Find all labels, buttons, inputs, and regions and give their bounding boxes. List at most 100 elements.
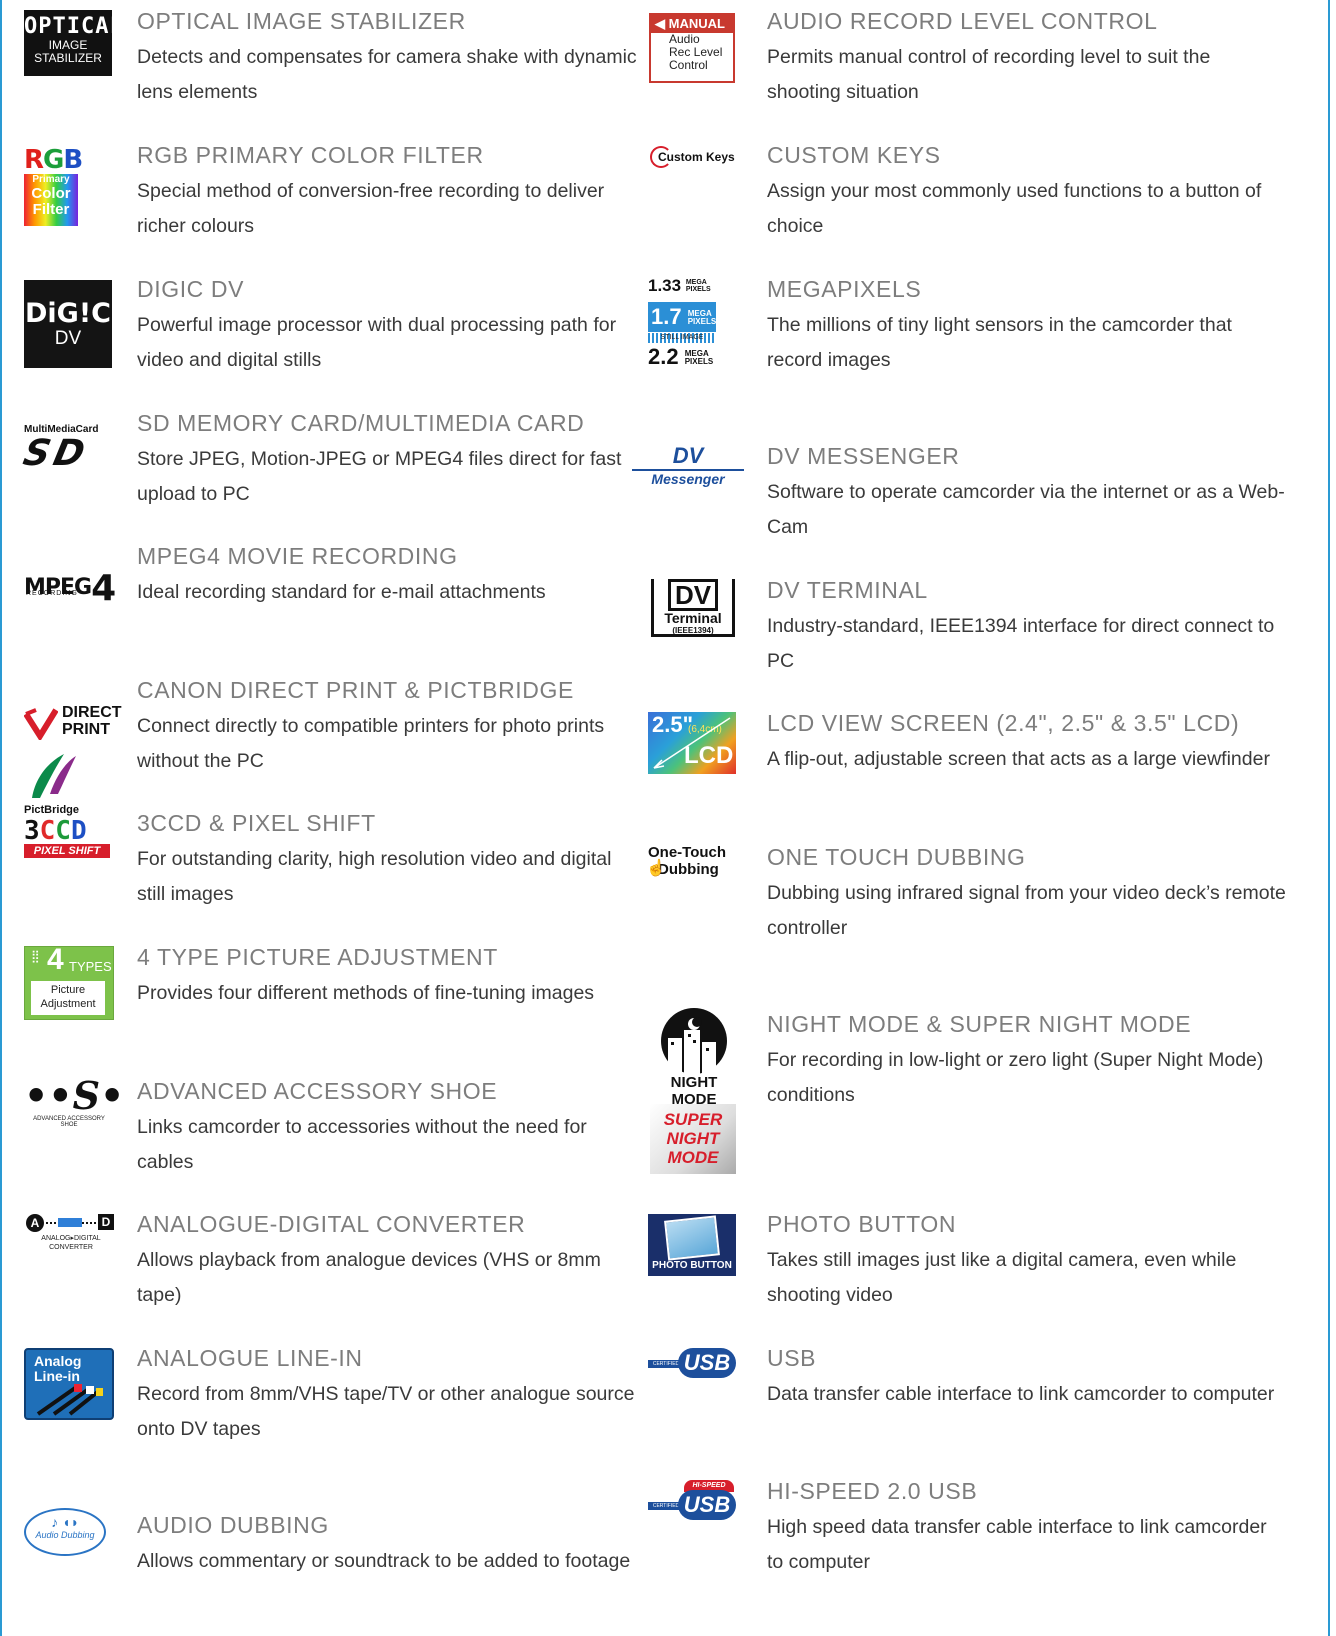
super-night-mode-badge: SUPER NIGHT MODE [650, 1104, 736, 1174]
logo-text: 3CCD [24, 816, 87, 846]
feature-description: Assign your most commonly used functions… [767, 180, 1262, 237]
logo-text: DiG!C [25, 298, 111, 329]
logo-text: NIGHT MODE [670, 1074, 718, 1108]
logo-text: Audio Rec Level Control [669, 32, 723, 72]
direct-print-pictbridge-logo: DIRECT PRINT PictBridge [24, 704, 122, 820]
logo-text: 1.33 MEGA PIXELS [648, 276, 711, 295]
feature-title: HI-SPEED 2.0 USB [767, 1478, 978, 1504]
feature-title: RGB PRIMARY COLOR FILTER [137, 142, 484, 168]
feature-photo-button: PHOTO BUTTON Takes still images just lik… [767, 1211, 1287, 1313]
logo-text: Messenger [651, 471, 725, 487]
logo-text: ☝ Dubbing [646, 860, 719, 878]
feature-title: NIGHT MODE & SUPER NIGHT MODE [767, 1011, 1192, 1037]
certified-usb-logo: CERTIFIED USB [648, 1348, 740, 1380]
feature-title: ANALOGUE LINE-IN [137, 1345, 363, 1371]
logo-text: IMAGE [48, 38, 88, 52]
feature-title: OPTICAL IMAGE STABILIZER [137, 8, 466, 34]
cable-plugs-icon [36, 1384, 103, 1416]
feature-description: Provides four different methods of fine-… [137, 982, 595, 1004]
feature-audio-record-level-control: AUDIO RECORD LEVEL CONTROL Permits manua… [767, 8, 1287, 110]
grid-icon: ⣿ [31, 949, 40, 963]
feature-description: Special method of conversion-free record… [137, 180, 605, 237]
logo-text: RGB [24, 145, 83, 175]
digital-icon: D [98, 1214, 114, 1230]
feature-sd-memory-card: SD MEMORY CARD/MULTIMEDIA CARD Store JPE… [137, 410, 637, 512]
feature-description: For recording in low-light or zero light… [767, 1049, 1264, 1106]
feature-description: Takes still images just like a digital c… [767, 1249, 1237, 1306]
logo-text: ADVANCED ACCESSORY SHOE [33, 1116, 105, 1128]
diagonal-arrow-icon [653, 717, 731, 769]
feature-title: CUSTOM KEYS [767, 142, 941, 168]
mpeg4-logo: MPEG4 RECORDING [24, 562, 116, 609]
logo-text: PictBridge [24, 804, 80, 816]
logo-text: PHOTO BUTTON [652, 1260, 732, 1271]
logo-text: SD [19, 433, 93, 474]
audio-wave-icon: ♪ ◖◗ [51, 1514, 79, 1530]
feature-title: 3CCD & PIXEL SHIFT [137, 810, 376, 836]
feature-analogue-digital-converter: ANALOGUE-DIGITAL CONVERTER Allows playba… [137, 1211, 637, 1313]
logo-text: One-Touch [648, 844, 727, 861]
logo-text: ANALOG▸DIGITAL CONVERTER [41, 1235, 101, 1251]
photo-thumbnail [664, 1215, 720, 1261]
feature-usb: USB Data transfer cable interface to lin… [767, 1345, 1287, 1412]
feature-title: ADVANCED ACCESSORY SHOE [137, 1078, 498, 1104]
feature-mpeg4-movie-recording: MPEG4 MOVIE RECORDING Ideal recording st… [137, 543, 637, 610]
feature-description: High speed data transfer cable interface… [767, 1516, 1267, 1573]
feature-one-touch-dubbing: ONE TOUCH DUBBING Dubbing using infrared… [767, 844, 1287, 946]
shoe-icon: ••S• [24, 1073, 125, 1118]
pictbridge-icon [32, 754, 76, 798]
4-type-picture-adjustment-logo: ⣿ 4 TYPES Picture Adjustment [24, 943, 114, 1020]
feature-digic-dv: DIGIC DV Powerful image processor with d… [137, 276, 637, 378]
custom-keys-logo: Custom Keys [650, 146, 746, 170]
logo-text: USB [678, 1348, 736, 1378]
logo-text: Analog Line-in [34, 1353, 82, 1384]
feature-night-mode-super-night-mode: NIGHT MODE & SUPER NIGHT MODE For record… [767, 1011, 1287, 1113]
logo-text: (IEEE1394) [672, 626, 714, 635]
feature-dv-messenger: DV MESSENGER Software to operate camcord… [767, 443, 1287, 545]
dv-messenger-logo: DV Messenger [632, 444, 744, 494]
feature-3ccd-pixel-shift: 3CCD & PIXEL SHIFT For outstanding clari… [137, 810, 637, 912]
optical-image-stabilizer-logo: OPTICAL IMAGE STABILIZER [24, 10, 123, 76]
logo-text: 4 [91, 568, 117, 609]
feature-title: PHOTO BUTTON [767, 1211, 957, 1237]
feature-description: Allows commentary or soundtrack to be ad… [137, 1550, 631, 1572]
feature-description: Record from 8mm/VHS tape/TV or other ana… [137, 1383, 635, 1440]
feature-description: Industry-standard, IEEE1394 interface fo… [767, 615, 1275, 672]
feature-title: LCD VIEW SCREEN (2.4", 2.5" & 3.5" LCD) [767, 710, 1240, 736]
logo-text: 2.2 MEGA PIXELS [648, 344, 714, 369]
hi-speed-usb-logo: HI-SPEED CERTIFIED USB [648, 1480, 740, 1522]
logo-text: ◀ MANUAL [651, 15, 733, 33]
logo-text: DV [668, 579, 718, 611]
feature-description: Software to operate camcorder via the in… [767, 481, 1285, 538]
lcd-size-logo: 2.5" (6,4cm) LCD [648, 712, 736, 774]
hand-pointer-icon: ☝ [646, 860, 666, 877]
feature-title: ONE TOUCH DUBBING [767, 844, 1026, 870]
3ccd-pixel-shift-logo: 3CCD PIXEL SHIFT [24, 818, 114, 862]
feature-title: DIGIC DV [137, 276, 245, 302]
feature-advanced-accessory-shoe: ADVANCED ACCESSORY SHOE Links camcorder … [137, 1078, 637, 1180]
logo-text: DV [672, 443, 704, 468]
converter-block [58, 1218, 82, 1227]
logo-text: DIRECT PRINT [62, 704, 122, 738]
dv-terminal-logo: DV Terminal (IEEE1394) [651, 579, 735, 637]
logo-text: TYPES [69, 959, 112, 974]
feature-4-type-picture-adjustment: 4 TYPE PICTURE ADJUSTMENT Provides four … [137, 944, 637, 1011]
logo-text: STABILIZER [34, 51, 102, 65]
logo-text: 1.7 MEGA PIXELS [648, 302, 716, 332]
advanced-accessory-shoe-logo: ••S• ADVANCED ACCESSORY SHOE [24, 1073, 125, 1129]
rgb-filter-swatch: Primary Color Filter [24, 174, 78, 226]
feature-analogue-line-in: ANALOGUE LINE-IN Record from 8mm/VHS tap… [137, 1345, 637, 1447]
feature-audio-dubbing: AUDIO DUBBING Allows commentary or sound… [137, 1512, 637, 1579]
feature-description: Ideal recording standard for e-mail atta… [137, 581, 546, 603]
feature-description: The millions of tiny light sensors in th… [767, 314, 1232, 371]
sd-multimediacard-logo: MultiMediaCard SD [20, 424, 116, 474]
feature-hi-speed-2-0-usb: HI-SPEED 2.0 USB High speed data transfe… [767, 1478, 1287, 1580]
logo-text: Picture Adjustment [31, 981, 105, 1015]
feature-canon-direct-print-pictbridge: CANON DIRECT PRINT & PICTBRIDGE Connect … [137, 677, 637, 779]
analog-icon: A [26, 1214, 44, 1232]
analog-digital-converter-logo: A D ANALOG▸DIGITAL CONVERTER [24, 1212, 116, 1256]
logo-text: STILL IMAGE [648, 333, 716, 343]
feature-title: AUDIO DUBBING [137, 1512, 329, 1538]
feature-description: Powerful image processor with dual proce… [137, 314, 617, 371]
logo-text: USB [678, 1490, 736, 1520]
